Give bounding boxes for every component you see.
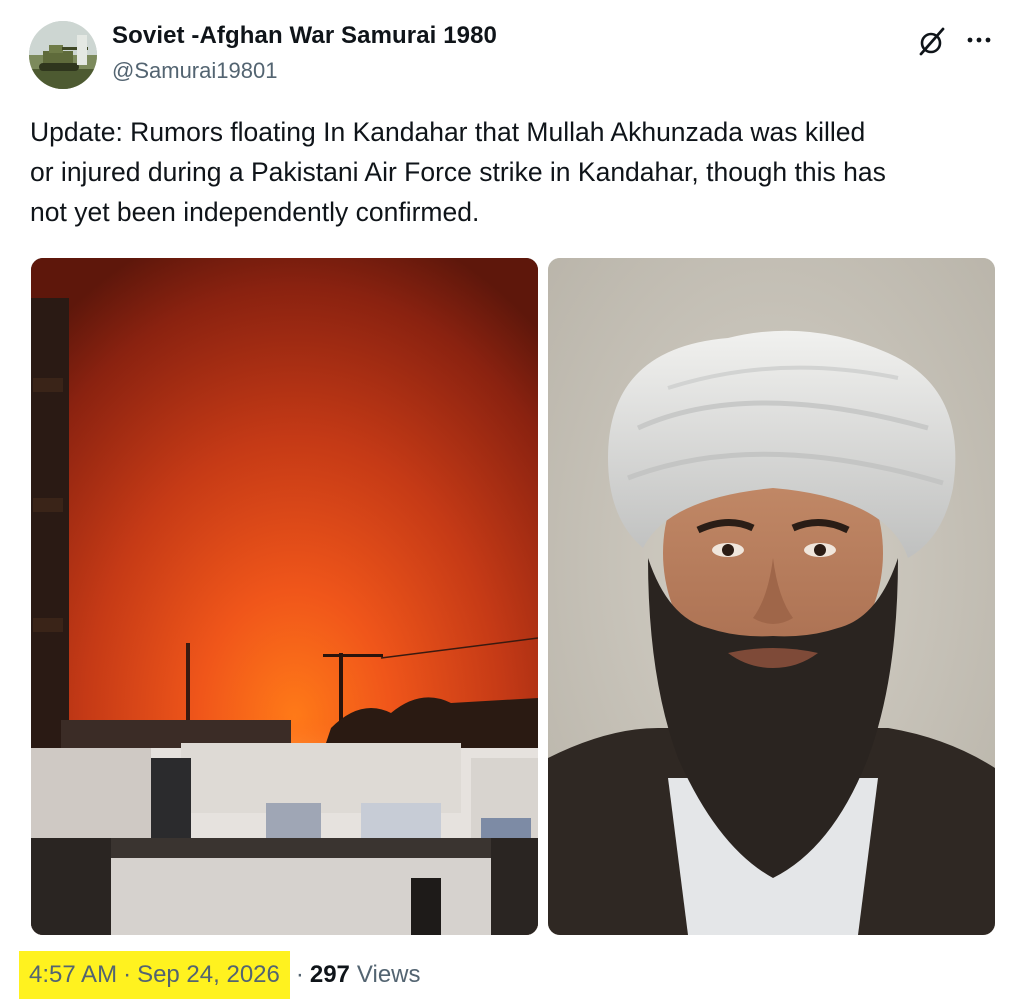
tweet-text-line: not yet been independently confirmed.	[30, 197, 480, 227]
avatar[interactable]	[29, 21, 97, 89]
tweet-text: Update: Rumors floating In Kandahar that…	[30, 112, 1005, 232]
views-label: Views	[356, 961, 421, 988]
meta-separator: ·	[295, 961, 304, 988]
tweet-date: Sep 24, 2026	[137, 961, 280, 988]
meta-separator: ·	[123, 961, 132, 988]
timestamp-highlight[interactable]: 4:57 AM · Sep 24, 2026	[19, 951, 290, 999]
avatar-image	[29, 21, 97, 89]
author-handle[interactable]: @Samurai19801	[112, 58, 277, 84]
grok-icon[interactable]	[915, 24, 949, 58]
night-fire-photo	[31, 258, 538, 935]
tweet-meta: 4:57 AM · Sep 24, 2026 · 297 Views	[19, 951, 421, 999]
author-display-name[interactable]: Soviet -Afghan War Samurai 1980	[112, 22, 497, 50]
media-image-portrait[interactable]	[548, 258, 995, 935]
tweet-time: 4:57 AM	[29, 961, 118, 988]
tweet-text-line: Update: Rumors floating In Kandahar that…	[30, 117, 866, 147]
tweet-text-line: or injured during a Pakistani Air Force …	[30, 157, 886, 187]
media-image-fire[interactable]	[31, 258, 538, 935]
views-count[interactable]: 297	[310, 961, 350, 989]
tweet-card: Soviet -Afghan War Samurai 1980 @Samurai…	[0, 0, 1024, 1001]
more-options-icon[interactable]	[962, 25, 996, 55]
portrait-painting	[548, 258, 995, 935]
